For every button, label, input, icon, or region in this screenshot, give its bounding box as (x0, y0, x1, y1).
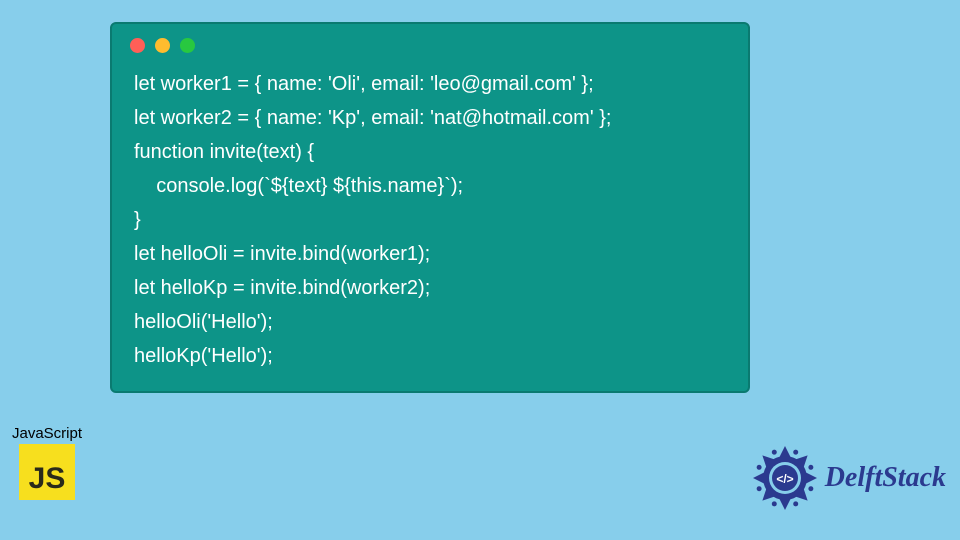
minimize-icon (155, 38, 170, 53)
close-icon (130, 38, 145, 53)
code-window: let worker1 = { name: 'Oli', email: 'leo… (110, 22, 750, 393)
svg-text:</>: </> (776, 472, 793, 486)
javascript-logo-icon: JS (19, 444, 75, 500)
window-controls (112, 24, 748, 63)
delftstack-badge: </> DelftStack (751, 444, 946, 512)
delftstack-logo-icon: </> (751, 444, 819, 512)
delftstack-text: DelftStack (825, 462, 946, 494)
js-glyph: JS (29, 462, 66, 495)
maximize-icon (180, 38, 195, 53)
code-content: let worker1 = { name: 'Oli', email: 'leo… (112, 63, 748, 373)
javascript-badge: JavaScript JS (6, 425, 88, 500)
javascript-label: JavaScript (6, 425, 88, 442)
